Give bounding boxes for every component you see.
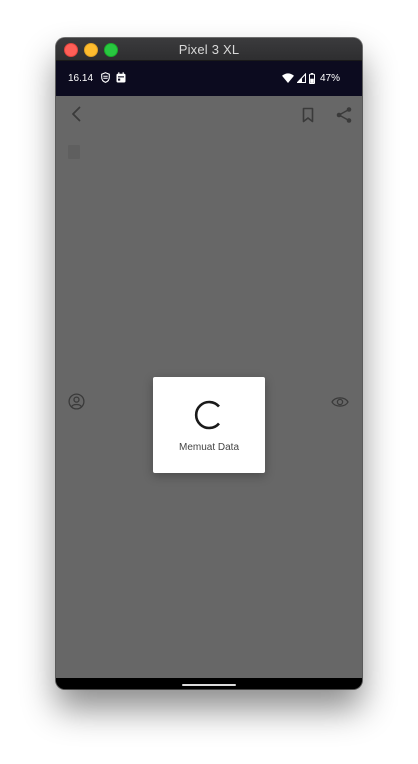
back-arrow-icon[interactable] bbox=[69, 106, 85, 122]
content-placeholder bbox=[68, 145, 80, 159]
home-gesture-handle[interactable] bbox=[182, 684, 236, 686]
loading-dialog: Memuat Data bbox=[153, 377, 265, 473]
share-icon[interactable] bbox=[335, 106, 353, 124]
emulator-window: Pixel 3 XL 16.14 47% Memuat Data bbox=[56, 38, 362, 689]
status-bar: 16.14 47% bbox=[56, 61, 362, 96]
eye-icon bbox=[331, 397, 349, 407]
battery-icon bbox=[308, 72, 315, 84]
loading-spinner-icon bbox=[194, 400, 220, 430]
window-title: Pixel 3 XL bbox=[178, 42, 240, 57]
status-indicators: 47% bbox=[281, 71, 340, 85]
app-screen: Memuat Data bbox=[56, 96, 362, 678]
shield-notification-icon bbox=[101, 72, 110, 83]
author-icon bbox=[68, 393, 85, 410]
battery-percent: 47% bbox=[319, 72, 340, 84]
loading-message: Memuat Data bbox=[178, 442, 240, 453]
calendar-notification-icon bbox=[116, 72, 126, 83]
status-time: 16.14 bbox=[68, 73, 94, 84]
wifi-icon bbox=[281, 73, 294, 83]
window-titlebar[interactable]: Pixel 3 XL bbox=[56, 38, 362, 61]
bookmark-icon[interactable] bbox=[301, 107, 315, 123]
signal-icon bbox=[296, 73, 306, 83]
